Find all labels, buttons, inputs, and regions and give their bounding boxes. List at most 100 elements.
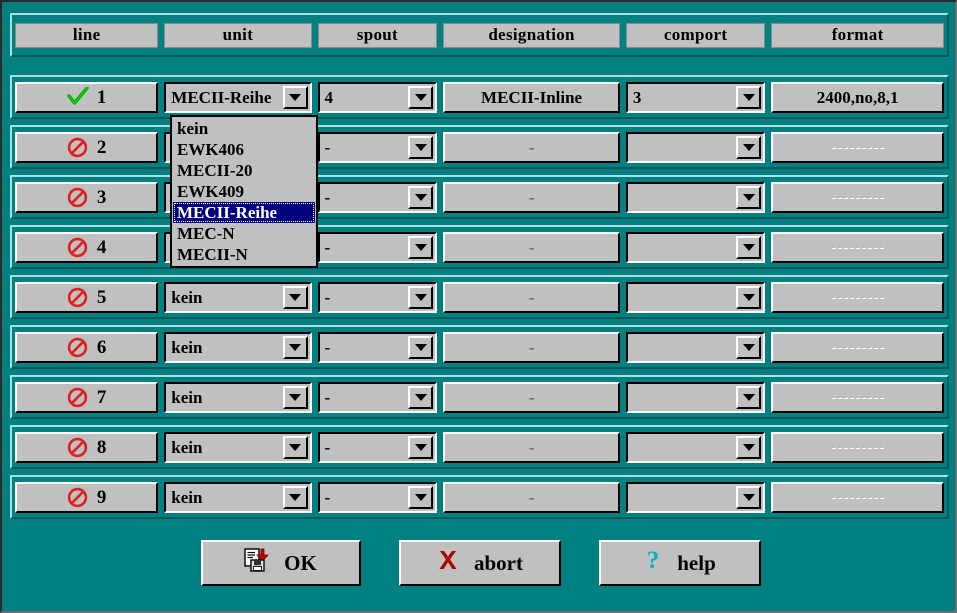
line-status-button[interactable]: 6 bbox=[15, 331, 159, 363]
red-no-entry-icon bbox=[67, 187, 88, 208]
chevron-down-icon[interactable] bbox=[736, 185, 762, 209]
question-mark-icon: ? bbox=[643, 547, 663, 579]
comport-select[interactable] bbox=[625, 331, 766, 363]
chevron-down-icon[interactable] bbox=[282, 285, 308, 309]
dropdown-option[interactable]: kein bbox=[173, 118, 315, 139]
line-status-button[interactable]: 3 bbox=[15, 181, 159, 213]
red-x-icon bbox=[436, 548, 460, 578]
designation-field[interactable]: - bbox=[443, 381, 620, 413]
red-no-entry-icon bbox=[67, 287, 88, 308]
spout-select[interactable]: - bbox=[317, 181, 438, 213]
line-status-button[interactable]: 4 bbox=[15, 231, 159, 263]
comport-select[interactable] bbox=[625, 231, 766, 263]
comport-select[interactable] bbox=[625, 181, 766, 213]
column-header-format-label: format bbox=[831, 25, 884, 44]
help-button[interactable]: ? help bbox=[598, 540, 761, 586]
cell-comport bbox=[625, 131, 766, 164]
chevron-down-icon[interactable] bbox=[736, 135, 762, 159]
spout-select[interactable]: - bbox=[317, 231, 438, 263]
chevron-down-icon[interactable] bbox=[408, 135, 434, 159]
format-field[interactable]: --------- bbox=[771, 131, 944, 163]
chevron-down-icon[interactable] bbox=[736, 85, 762, 109]
comport-select[interactable] bbox=[625, 281, 766, 313]
format-field[interactable]: --------- bbox=[771, 431, 944, 463]
unit-select[interactable]: kein bbox=[164, 481, 312, 513]
spout-select[interactable]: - bbox=[317, 431, 438, 463]
unit-select[interactable]: kein bbox=[164, 431, 312, 463]
spout-select[interactable]: 4 bbox=[317, 81, 438, 113]
format-field[interactable]: --------- bbox=[771, 281, 944, 313]
dropdown-option[interactable]: MEC-N bbox=[173, 223, 315, 244]
unit-select[interactable]: kein bbox=[164, 281, 312, 313]
abort-button[interactable]: abort bbox=[398, 540, 561, 586]
designation-field[interactable]: MECII-Inline bbox=[443, 81, 620, 113]
cell-format: --------- bbox=[771, 431, 944, 464]
chevron-down-icon[interactable] bbox=[408, 385, 434, 409]
unit-select[interactable]: kein bbox=[164, 381, 312, 413]
chevron-down-icon[interactable] bbox=[282, 485, 308, 509]
designation-field[interactable]: - bbox=[443, 131, 620, 163]
comport-select-value bbox=[628, 334, 736, 361]
chevron-down-icon[interactable] bbox=[736, 285, 762, 309]
comport-select[interactable]: 3 bbox=[625, 81, 766, 113]
designation-field[interactable]: - bbox=[443, 331, 620, 363]
comport-select[interactable] bbox=[625, 381, 766, 413]
format-field[interactable]: --------- bbox=[771, 381, 944, 413]
chevron-down-icon[interactable] bbox=[282, 385, 308, 409]
format-field[interactable]: --------- bbox=[771, 481, 944, 513]
chevron-down-icon[interactable] bbox=[282, 85, 308, 109]
format-field[interactable]: 2400,no,8,1 bbox=[771, 81, 944, 113]
line-status-button[interactable]: 2 bbox=[15, 131, 159, 163]
format-field[interactable]: --------- bbox=[771, 331, 944, 363]
designation-field[interactable]: - bbox=[443, 281, 620, 313]
comport-select[interactable] bbox=[625, 431, 766, 463]
chevron-down-icon[interactable] bbox=[408, 335, 434, 359]
chevron-down-icon[interactable] bbox=[408, 85, 434, 109]
cell-designation: - bbox=[443, 281, 620, 314]
chevron-down-icon[interactable] bbox=[408, 235, 434, 259]
unit-select[interactable]: MECII-Reihe bbox=[164, 81, 312, 113]
cell-unit: MECII-Reihe bbox=[164, 81, 312, 114]
comport-select[interactable] bbox=[625, 131, 766, 163]
line-status-button[interactable]: 7 bbox=[15, 381, 159, 413]
chevron-down-icon[interactable] bbox=[282, 335, 308, 359]
ok-button[interactable]: OK bbox=[200, 540, 361, 586]
line-status-button[interactable]: 1 bbox=[15, 81, 159, 113]
dropdown-option[interactable]: EWK409 bbox=[173, 181, 315, 202]
cell-spout: - bbox=[317, 181, 438, 214]
chevron-down-icon[interactable] bbox=[282, 435, 308, 459]
spout-select[interactable]: - bbox=[317, 381, 438, 413]
dropdown-option[interactable]: EWK406 bbox=[173, 139, 315, 160]
designation-field[interactable]: - bbox=[443, 481, 620, 513]
comport-select[interactable] bbox=[625, 481, 766, 513]
dropdown-option[interactable]: MECII-N bbox=[173, 244, 315, 265]
spout-select[interactable]: - bbox=[317, 281, 438, 313]
spout-select[interactable]: - bbox=[317, 331, 438, 363]
chevron-down-icon[interactable] bbox=[736, 435, 762, 459]
chevron-down-icon[interactable] bbox=[736, 485, 762, 509]
spout-select[interactable]: - bbox=[317, 131, 438, 163]
designation-field[interactable]: - bbox=[443, 231, 620, 263]
line-status-button[interactable]: 9 bbox=[15, 481, 159, 513]
column-header-comport: comport bbox=[625, 19, 766, 52]
chevron-down-icon[interactable] bbox=[736, 235, 762, 259]
unit-select[interactable]: kein bbox=[164, 331, 312, 363]
spout-select[interactable]: - bbox=[317, 481, 438, 513]
format-field[interactable]: --------- bbox=[771, 181, 944, 213]
unit-dropdown-list[interactable]: kein EWK406 MECII-20 EWK409 MECII-Reihe MEC-N… bbox=[170, 115, 318, 268]
line-status-button[interactable]: 5 bbox=[15, 281, 159, 313]
dropdown-option[interactable]: MECII-20 bbox=[173, 160, 315, 181]
chevron-down-icon[interactable] bbox=[736, 335, 762, 359]
red-no-entry-icon bbox=[67, 337, 88, 358]
designation-field[interactable]: - bbox=[443, 181, 620, 213]
chevron-down-icon[interactable] bbox=[736, 385, 762, 409]
chevron-down-icon[interactable] bbox=[408, 285, 434, 309]
designation-field[interactable]: - bbox=[443, 431, 620, 463]
format-field[interactable]: --------- bbox=[771, 231, 944, 263]
dropdown-option[interactable]: MECII-Reihe bbox=[173, 202, 315, 223]
line-status-button[interactable]: 8 bbox=[15, 431, 159, 463]
chevron-down-icon[interactable] bbox=[408, 185, 434, 209]
chevron-down-icon[interactable] bbox=[408, 485, 434, 509]
chevron-down-icon[interactable] bbox=[408, 435, 434, 459]
green-check-icon bbox=[67, 86, 89, 107]
